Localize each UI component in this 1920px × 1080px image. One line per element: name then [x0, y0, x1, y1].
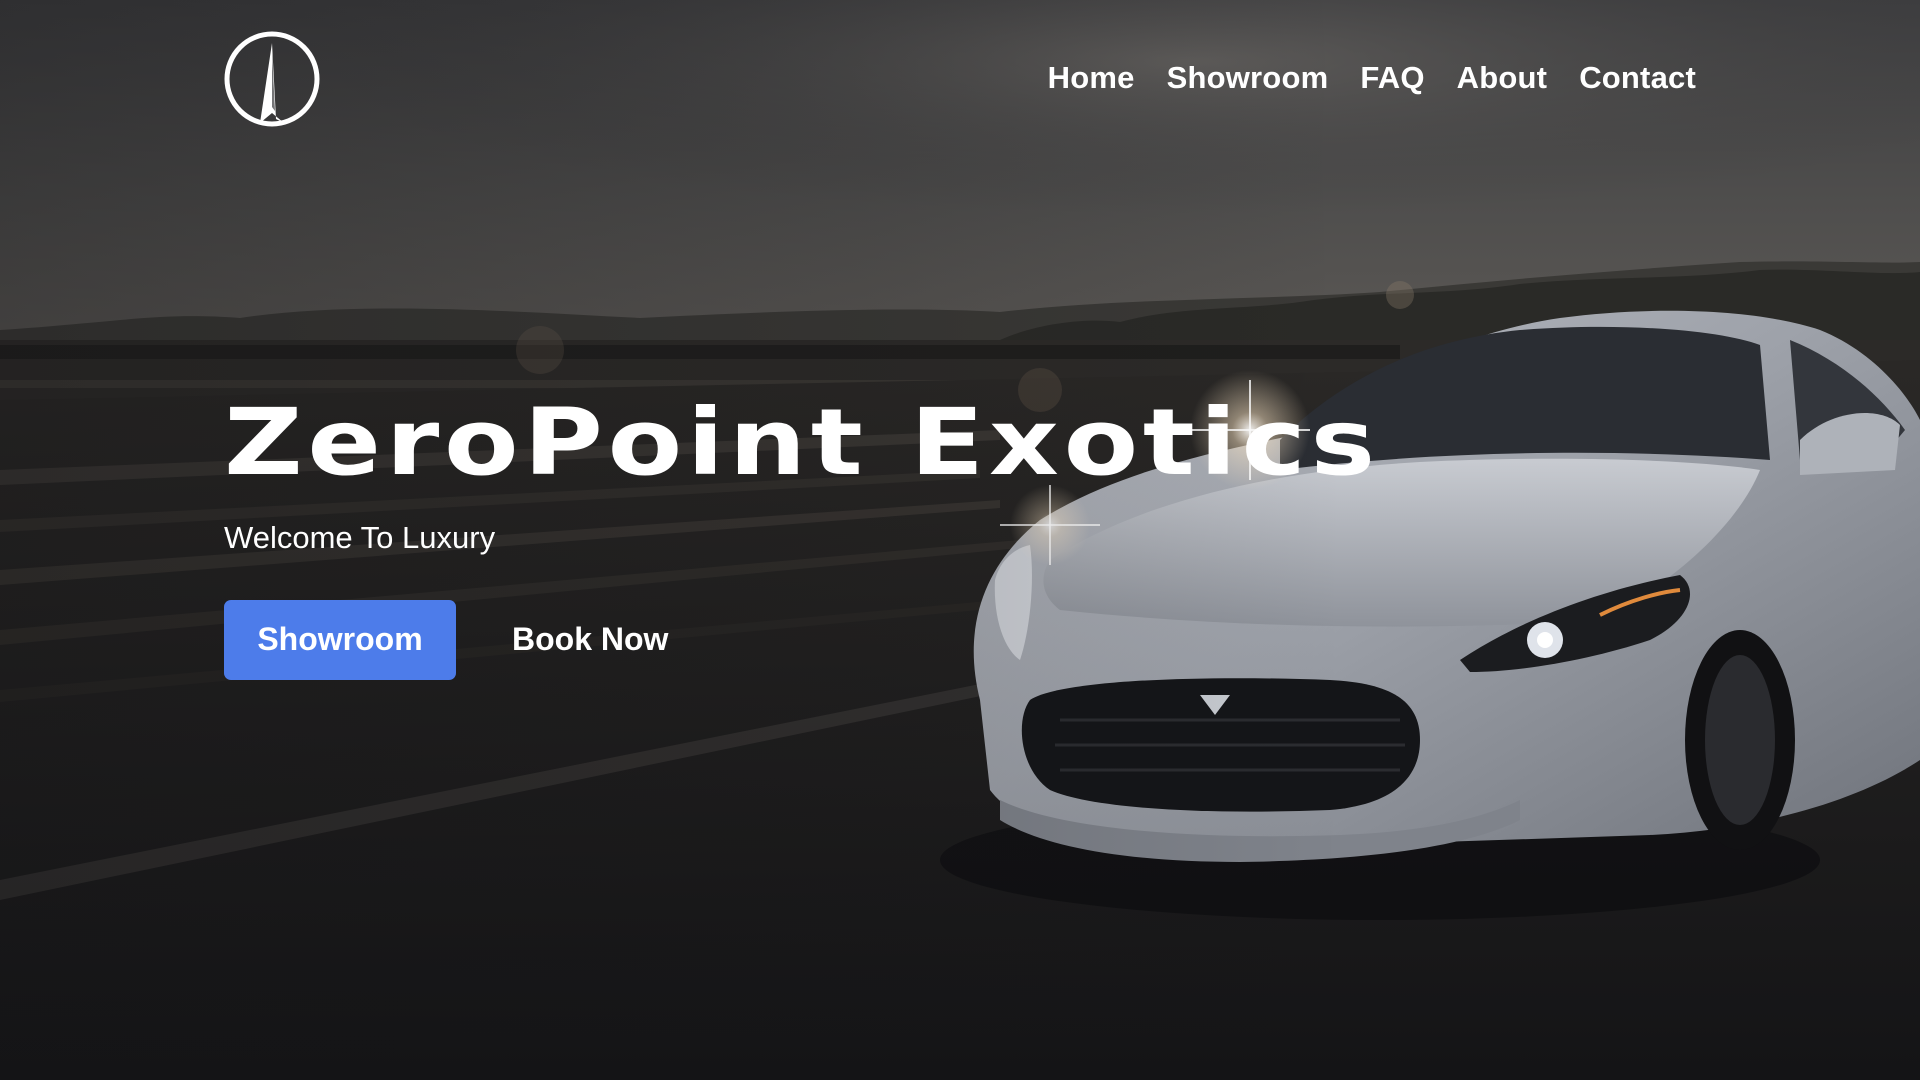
- hero-subtitle: Welcome To Luxury: [224, 519, 496, 555]
- nav-link-about[interactable]: About: [1457, 60, 1548, 96]
- hero-actions: Showroom Book Now: [224, 599, 1204, 680]
- hero-content: ZeroPoint Exotics Welcome To Luxury Show…: [224, 394, 1375, 680]
- nav-link-showroom[interactable]: Showroom: [1167, 60, 1329, 96]
- hero-section: Home Showroom FAQ About Contact ZeroPoin…: [0, 0, 1920, 1080]
- nav-link-faq[interactable]: FAQ: [1360, 60, 1424, 96]
- nav-links: Home Showroom FAQ About Contact: [1048, 60, 1696, 96]
- compass-needle-logo-icon[interactable]: [224, 31, 320, 127]
- book-now-button[interactable]: Book Now: [512, 621, 668, 658]
- showroom-button[interactable]: Showroom: [224, 599, 456, 680]
- nav-link-home[interactable]: Home: [1048, 60, 1135, 96]
- nav-link-contact[interactable]: Contact: [1579, 60, 1696, 96]
- navbar: Home Showroom FAQ About Contact: [0, 0, 1920, 160]
- hero-title: ZeroPoint Exotics: [224, 389, 1380, 496]
